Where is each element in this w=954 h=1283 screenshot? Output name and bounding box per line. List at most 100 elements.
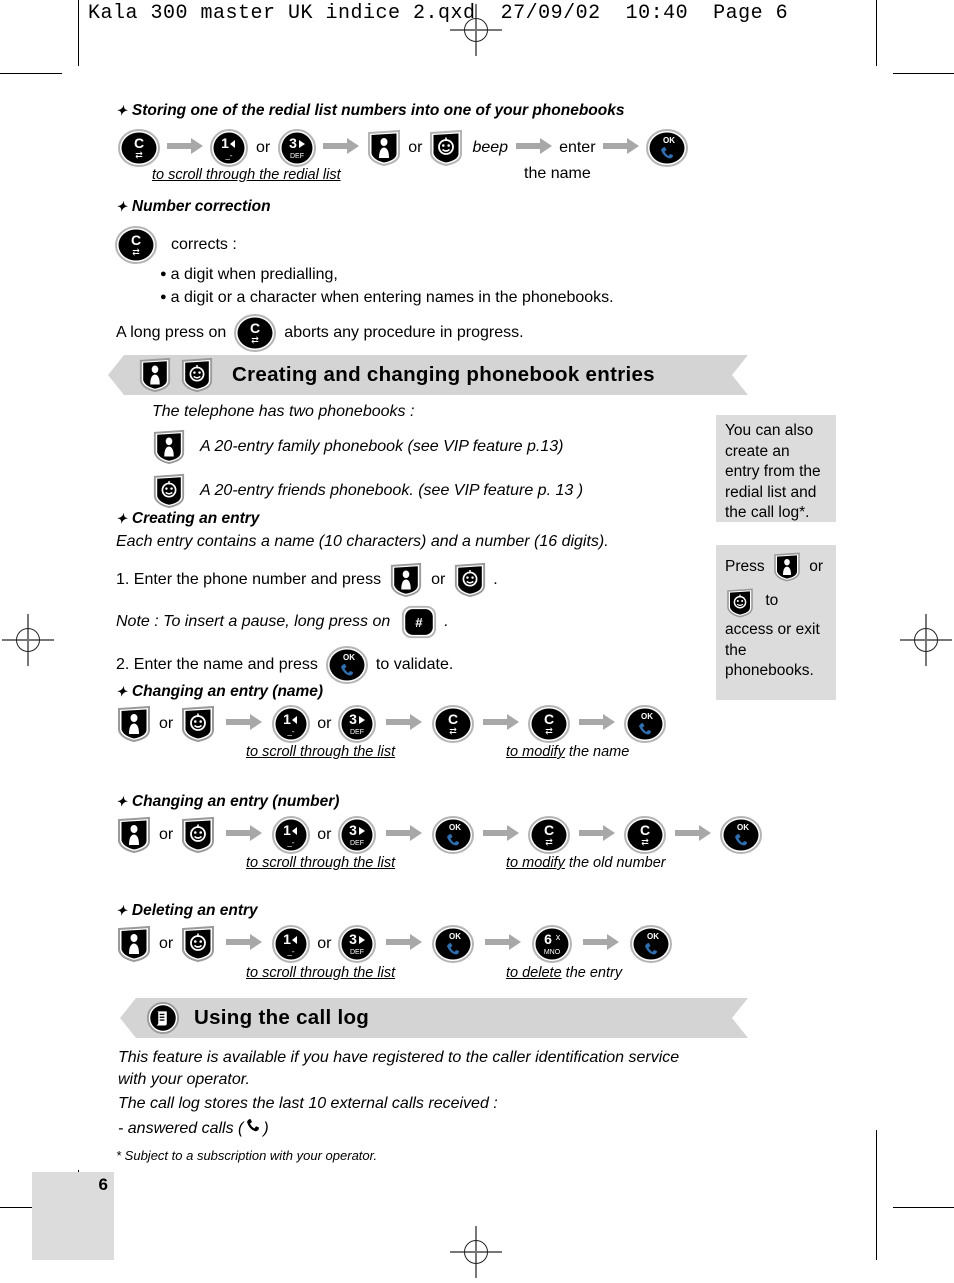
label-enter: enter <box>559 139 596 156</box>
svg-text:OK: OK <box>737 823 749 832</box>
key-ok-icon-num-1[interactable]: OK <box>432 815 475 855</box>
key-1-icon-del[interactable]: 1 _- <box>272 924 311 964</box>
key-3-icon-num[interactable]: 3 DEF <box>338 815 377 855</box>
svg-text:_-: _- <box>287 838 295 847</box>
heading-changing-number: ✦ Changing an entry (number) <box>116 793 340 810</box>
key-c-icon[interactable]: C ⇄ <box>118 128 160 168</box>
svg-text:⇄: ⇄ <box>135 150 143 160</box>
key-hash-icon[interactable]: # <box>400 603 438 641</box>
sidebar-note-create-entry: You can also create an entry from the re… <box>716 415 836 522</box>
key-ok-icon-del-1[interactable]: OK <box>432 924 475 964</box>
label-del-or-2: or <box>317 935 332 952</box>
key-3-icon-del[interactable]: 3 DEF <box>338 924 377 964</box>
sequence-storing-redial: C ⇄ 1 _- or 3 DEF or beep enter OK <box>118 128 688 168</box>
key-1-icon-num[interactable]: 1 _- <box>272 815 311 855</box>
key-3-icon[interactable]: 3 DEF <box>278 128 317 168</box>
label-step2-before: 2. Enter the name and press <box>116 656 318 673</box>
key-c-icon-name-1[interactable]: C ⇄ <box>432 704 475 744</box>
key-c-icon-2[interactable]: C ⇄ <box>115 225 157 265</box>
key-friends-phonebook-icon-banner[interactable] <box>180 356 214 394</box>
key-family-phonebook-icon-sidebar[interactable] <box>772 551 802 583</box>
key-family-phonebook-icon-del[interactable] <box>116 924 152 964</box>
caption-modify-name: to modify the name <box>506 744 630 760</box>
key-family-phonebook-icon-list[interactable] <box>152 428 186 466</box>
svg-text:⇄: ⇄ <box>252 335 260 345</box>
key-family-phonebook-icon-banner[interactable] <box>138 356 172 394</box>
row-note-pause: Note : To insert a pause, long press on … <box>116 603 449 641</box>
svg-text:OK: OK <box>449 823 461 832</box>
call-log-line-1: This feature is available if you have re… <box>118 1049 680 1066</box>
key-family-phonebook-icon-name[interactable] <box>116 704 152 744</box>
key-6-icon-del[interactable]: 6 x MNO <box>532 924 573 964</box>
key-friends-phonebook-icon-num[interactable] <box>180 815 216 855</box>
svg-text:1: 1 <box>221 135 229 151</box>
svg-text:DEF: DEF <box>350 949 364 956</box>
svg-text:OK: OK <box>343 653 355 662</box>
svg-text:_-: _- <box>224 151 232 160</box>
banner-title-phonebook: Creating and changing phonebook entries <box>232 363 655 386</box>
key-friends-phonebook-icon-name[interactable] <box>180 704 216 744</box>
text-two-phonebooks: The telephone has two phonebooks : <box>152 403 415 420</box>
arrow-right-icon-m2 <box>386 824 423 846</box>
key-call-log-icon[interactable] <box>146 1001 180 1035</box>
text-entry-limits: Each entry contains a name (10 character… <box>116 533 609 550</box>
page-content: ✦ Storing one of the redial list numbers … <box>0 66 954 1283</box>
svg-text:x: x <box>556 932 561 942</box>
key-3-icon-name[interactable]: 3 DEF <box>338 704 377 744</box>
label-note-after: . <box>444 613 449 630</box>
call-log-line-2: with your operator. <box>118 1071 250 1088</box>
page-frame-left <box>78 14 79 66</box>
svg-text:⇄: ⇄ <box>546 837 554 847</box>
caption-scroll-list-delete: to scroll through the list <box>246 965 396 981</box>
key-ok-icon-del-2[interactable]: OK <box>630 924 673 964</box>
key-friends-phonebook-icon-step1[interactable] <box>453 561 487 599</box>
page-number: 6 <box>98 1175 108 1194</box>
key-friends-phonebook-icon-list[interactable] <box>152 472 186 510</box>
key-family-phonebook-icon[interactable] <box>366 128 402 168</box>
label-or-1: or <box>256 139 271 156</box>
row-family-phonebook: A 20-entry family phonebook (see VIP fea… <box>152 428 563 466</box>
key-c-icon-num-2[interactable]: C ⇄ <box>624 815 667 855</box>
heading-number-correction: ✦ Number correction <box>116 198 271 215</box>
text-family-phonebook: A 20-entry family phonebook (see VIP fea… <box>200 438 564 455</box>
key-ok-icon-name[interactable]: OK <box>624 704 667 744</box>
svg-text:C: C <box>448 711 458 727</box>
arrow-right-icon-d3 <box>485 933 522 955</box>
caption-the-name: the name <box>524 165 591 182</box>
caption-delete-entry-u: to delete <box>506 965 562 981</box>
svg-text:MNO: MNO <box>544 949 561 956</box>
key-c-icon-3[interactable]: C ⇄ <box>234 313 277 353</box>
label-answered-calls-after: ) <box>263 1119 269 1137</box>
key-friends-phonebook-icon-del[interactable] <box>180 924 216 964</box>
key-family-phonebook-icon-num[interactable] <box>116 815 152 855</box>
key-1-icon-name[interactable]: 1 _- <box>272 704 311 744</box>
diamond-bullet-icon-6: ✦ <box>116 903 127 918</box>
heading-deleting-entry: ✦ Deleting an entry <box>116 902 258 919</box>
key-friends-phonebook-icon-sidebar[interactable] <box>725 587 755 619</box>
bullet-item-1: ● a digit when predialling, <box>160 266 338 283</box>
svg-text:3: 3 <box>350 931 358 947</box>
key-friends-phonebook-icon[interactable] <box>428 128 464 168</box>
svg-text:DEF: DEF <box>350 840 364 847</box>
svg-text:3: 3 <box>350 711 358 727</box>
crop-mark-top-left-v <box>78 0 79 14</box>
key-c-icon-num-1[interactable]: C ⇄ <box>528 815 571 855</box>
key-1-icon[interactable]: 1 _- <box>210 128 248 168</box>
arrow-right-icon-n1 <box>226 713 263 735</box>
diamond-bullet-icon-3: ✦ <box>116 511 127 526</box>
label-cn-or-2: or <box>317 715 332 732</box>
svg-text:DEF: DEF <box>350 729 364 736</box>
key-ok-icon-num-2[interactable]: OK <box>720 815 763 855</box>
label-or-2: or <box>408 139 423 156</box>
text-friends-phonebook: A 20-entry friends phonebook. (see VIP f… <box>200 482 584 499</box>
long-press-row: A long press on C ⇄ aborts any procedure… <box>116 313 524 353</box>
call-log-line-4: - answered calls ( ) <box>118 1118 269 1139</box>
key-ok-icon-step2[interactable]: OK <box>325 645 368 685</box>
page-frame-right <box>876 14 877 66</box>
label-beep: beep <box>472 139 509 156</box>
arrow-right-icon-m4 <box>579 824 616 846</box>
key-family-phonebook-icon-step1[interactable] <box>389 561 423 599</box>
round-bullet-icon-2: ● <box>160 291 167 303</box>
key-ok-icon[interactable]: OK <box>645 128 688 168</box>
key-c-icon-name-2[interactable]: C ⇄ <box>528 704 571 744</box>
